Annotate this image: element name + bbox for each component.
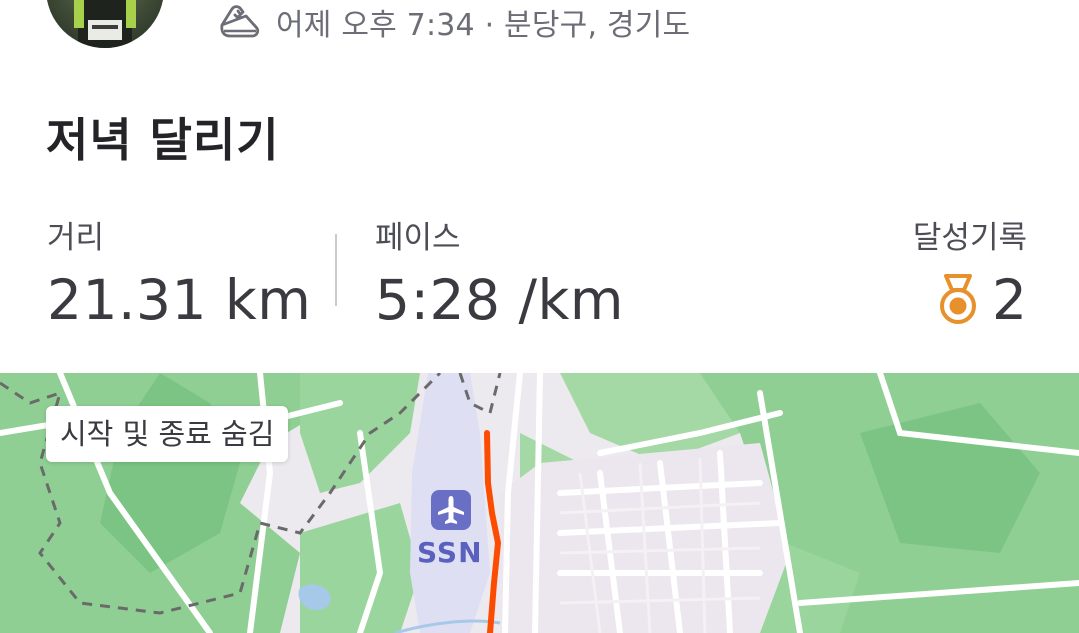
pace-value: 5:28 /km [375, 268, 624, 332]
route-line [484, 430, 501, 633]
achievements-label: 달성기록 [912, 220, 1027, 256]
achievements-value[interactable]: 2 [938, 268, 1027, 332]
activity-meta: 어제 오후 7:34 · 분당구, 경기도 [216, 0, 690, 44]
stats-divider [335, 234, 337, 306]
avatar[interactable] [46, 0, 164, 48]
airport-code-label: SSN [417, 536, 483, 569]
achievements-count: 2 [992, 268, 1027, 332]
medal-icon [940, 274, 976, 324]
distance-value: 21.31 km [47, 268, 312, 332]
hide-start-end-toggle[interactable]: 시작 및 종료 숨김 [46, 406, 289, 462]
running-shoe-icon [220, 5, 260, 38]
activity-title[interactable]: 저녁 달리기 [46, 104, 280, 170]
airplane-icon [431, 490, 471, 530]
distance-label: 거리 [47, 220, 105, 256]
activity-time-location: 어제 오후 7:34 · 분당구, 경기도 [276, 8, 691, 43]
pace-label: 페이스 [375, 220, 461, 256]
activity-header: 어제 오후 7:34 · 분당구, 경기도 저녁 달리기 거리 21.31 km… [0, 0, 1079, 372]
